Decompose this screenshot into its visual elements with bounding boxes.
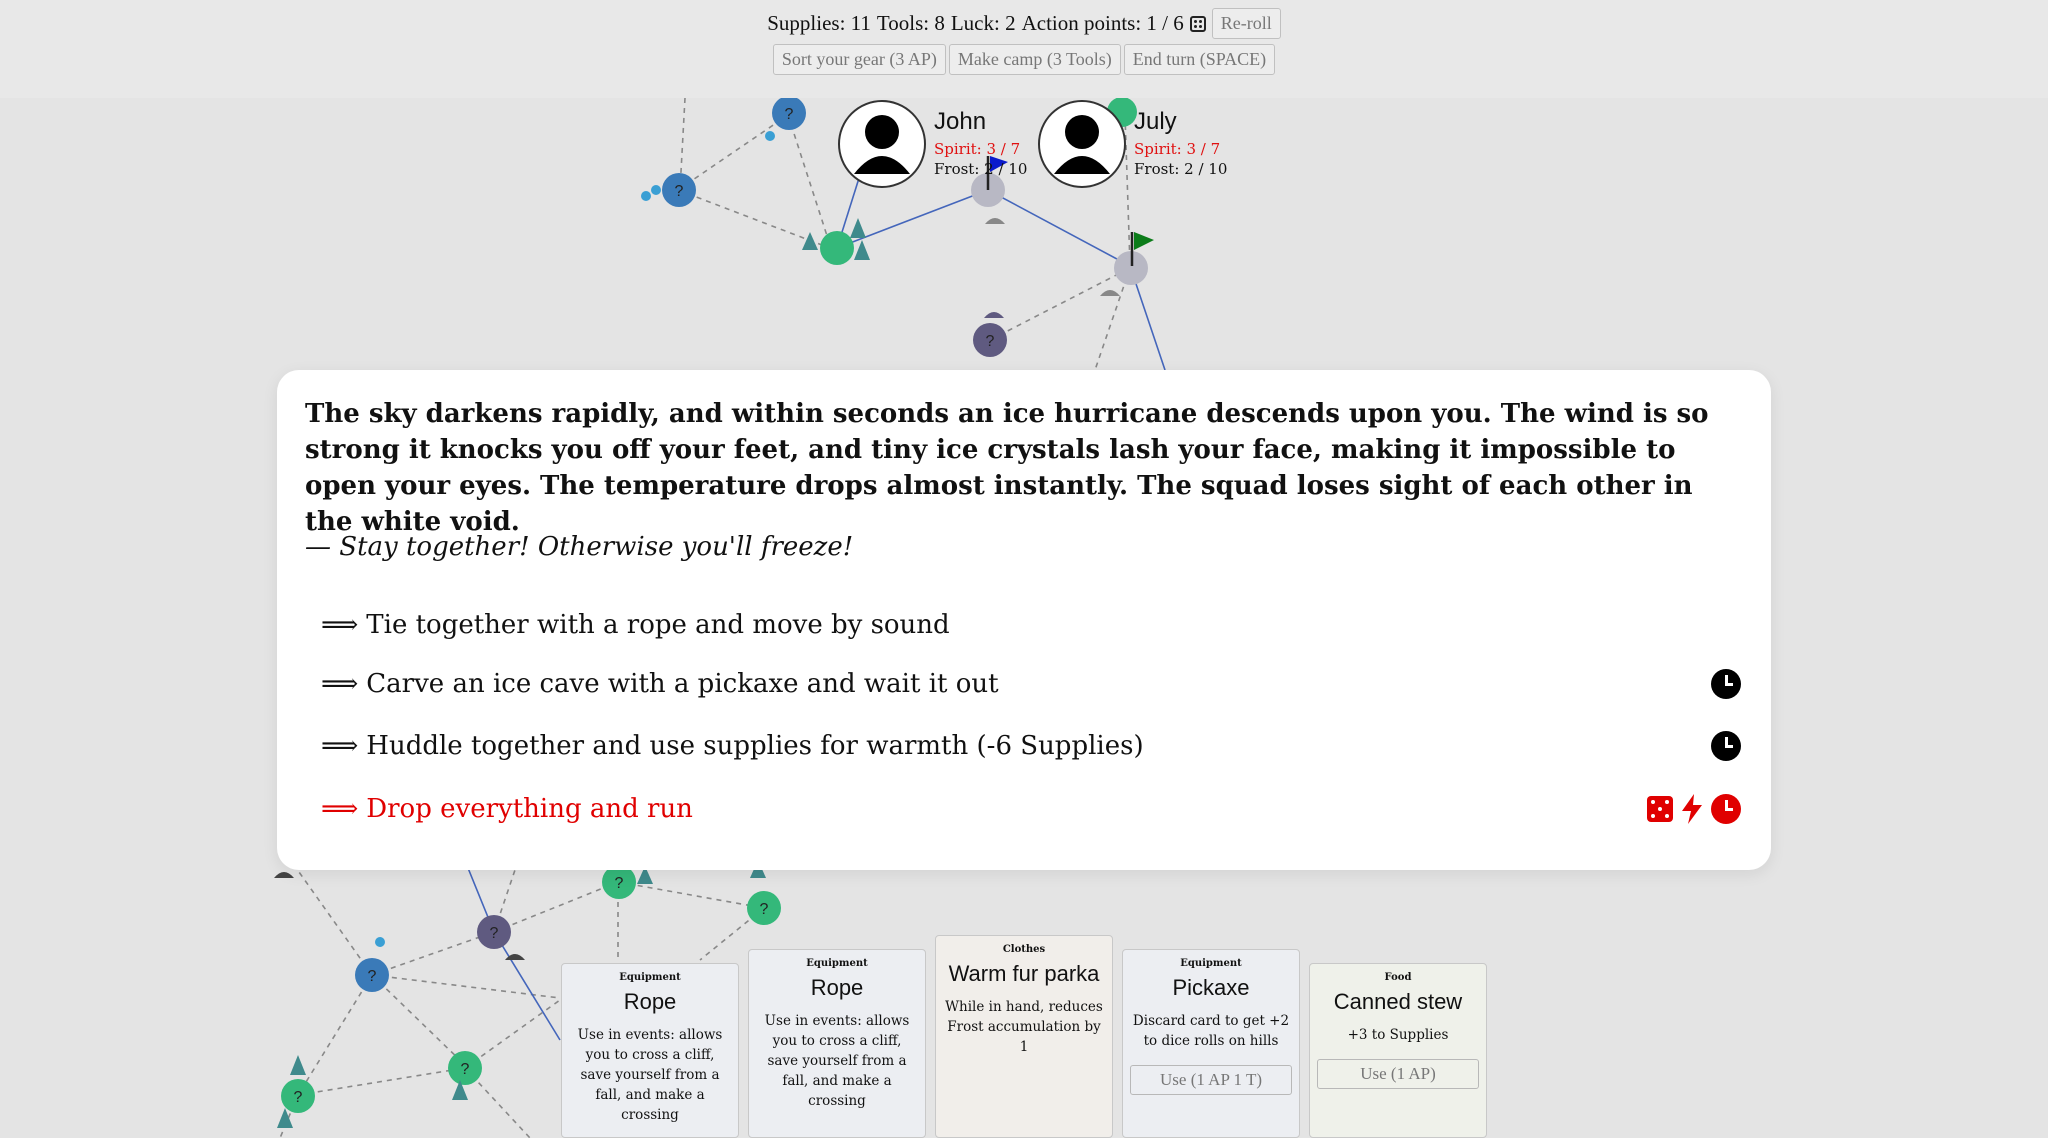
hill-icon	[985, 218, 1005, 224]
tree-icon	[802, 232, 818, 250]
card-type: Clothes	[1002, 944, 1046, 955]
tree-icon	[854, 240, 870, 260]
card-title: Pickaxe	[1172, 975, 1250, 1000]
arrow-icon: ⟹	[321, 794, 359, 824]
card-description: +3 to Supplies	[1347, 1027, 1449, 1043]
use-card-button[interactable]: Use (1 AP)	[1317, 1059, 1479, 1089]
card-rope[interactable]: Equipment Rope Use in events: allows you…	[748, 949, 926, 1138]
event-option-ice-cave[interactable]: ⟹ Carve an ice cave with a pickaxe and w…	[321, 659, 1741, 709]
dice-icon	[1189, 15, 1206, 32]
card-canned-stew[interactable]: Food Canned stew +3 to Supplies Use (1 A…	[1309, 963, 1487, 1138]
character-frost: Frost: 2 / 10	[1134, 160, 1228, 178]
person-icon	[1054, 115, 1110, 174]
map-node-label: ?	[785, 106, 794, 123]
card-type: Equipment	[1180, 958, 1242, 969]
card-description: Use in events: allows you to cross a cli…	[764, 1013, 910, 1109]
clock-icon	[1711, 669, 1741, 699]
use-card-button[interactable]: Use (1 AP 1 T)	[1130, 1065, 1292, 1095]
card-description: Discard card to get +2 to dice rolls on …	[1132, 1013, 1290, 1049]
card-title: Warm fur parka	[948, 961, 1100, 986]
tree-icon	[290, 1055, 306, 1075]
hill-icon	[984, 312, 1004, 318]
tools-stat: Tools: 8	[876, 11, 945, 35]
card-type: Equipment	[619, 972, 681, 983]
make-camp-button[interactable]: Make camp (3 Tools)	[948, 44, 1121, 75]
water-drop-icon	[641, 191, 651, 201]
event-quote: — Stay together! Otherwise you'll freeze…	[305, 532, 854, 562]
avatar	[838, 100, 926, 188]
action-buttons: Sort your gear (3 AP) Make camp (3 Tools…	[0, 44, 2048, 75]
map-node-label: ?	[294, 1089, 303, 1106]
tree-icon	[850, 218, 866, 238]
end-turn-button[interactable]: End turn (SPACE)	[1123, 44, 1276, 75]
character-name: John	[934, 108, 987, 135]
event-option-rope[interactable]: ⟹ Tie together with a rope and move by s…	[321, 600, 1741, 650]
arrow-icon: ⟹	[321, 731, 359, 761]
map-node-label: ?	[368, 968, 377, 985]
reroll-button[interactable]: Re-roll	[1211, 8, 1281, 39]
sort-gear-button[interactable]: Sort your gear (3 AP)	[772, 44, 946, 75]
character-spirit: Spirit: 3 / 7	[1134, 140, 1221, 158]
map-node-label: ?	[760, 901, 769, 918]
water-drop-icon	[765, 131, 775, 141]
map-node-label: ?	[461, 1061, 470, 1078]
supplies-stat: Supplies: 11	[767, 11, 871, 35]
card-title: Rope	[810, 975, 864, 1000]
option-label: Huddle together and use supplies for war…	[366, 731, 1144, 761]
card-pickaxe[interactable]: Equipment Pickaxe Discard card to get +2…	[1122, 949, 1300, 1138]
luck-stat: Luck: 2	[950, 11, 1016, 35]
avatar	[1038, 100, 1126, 188]
card-type: Equipment	[806, 958, 868, 969]
event-option-run[interactable]: ⟹ Drop everything and run	[321, 784, 1741, 834]
hill-icon	[1100, 290, 1120, 296]
character-spirit: Spirit: 3 / 7	[934, 140, 1021, 158]
map-node-label: ?	[615, 875, 624, 892]
clock-icon	[1711, 794, 1741, 824]
clock-icon	[1711, 731, 1741, 761]
character-name: July	[1134, 108, 1177, 135]
water-drop-icon	[651, 185, 661, 195]
card-description: Use in events: allows you to cross a cli…	[577, 1027, 723, 1123]
character-frost: Frost: 2 / 10	[934, 160, 1028, 178]
option-label: Drop everything and run	[366, 794, 693, 824]
event-text: The sky darkens rapidly, and within seco…	[305, 399, 1709, 537]
card-warm-fur-parka[interactable]: Clothes Warm fur parka While in hand, re…	[935, 935, 1113, 1138]
resource-stats: Supplies: 11 Tools: 8 Luck: 2 Action poi…	[0, 8, 2048, 39]
option-label: Carve an ice cave with a pickaxe and wai…	[366, 669, 999, 699]
event-dialog: The sky darkens rapidly, and within seco…	[277, 370, 1771, 870]
person-icon	[854, 115, 910, 174]
hill-icon	[274, 872, 294, 878]
arrow-icon: ⟹	[321, 610, 359, 640]
map-node-label: ?	[675, 183, 684, 200]
map-node-label: ?	[490, 925, 499, 942]
water-drop-icon	[375, 937, 385, 947]
card-type: Food	[1384, 972, 1412, 983]
arrow-icon: ⟹	[321, 669, 359, 699]
lightning-icon	[1682, 794, 1702, 824]
event-option-huddle[interactable]: ⟹ Huddle together and use supplies for w…	[321, 721, 1741, 771]
card-rope[interactable]: Equipment Rope Use in events: allows you…	[561, 963, 739, 1138]
top-bar: Supplies: 11 Tools: 8 Luck: 2 Action poi…	[0, 0, 2048, 98]
dice-icon	[1647, 796, 1673, 822]
map-node-forest[interactable]	[820, 231, 854, 265]
card-title: Rope	[623, 989, 677, 1014]
green-flag-icon	[1134, 232, 1154, 250]
option-label: Tie together with a rope and move by sou…	[366, 610, 950, 640]
card-description: While in hand, reduces Frost accumulatio…	[945, 999, 1103, 1055]
card-title: Canned stew	[1333, 989, 1463, 1014]
action-points-stat: Action points: 1 / 6	[1021, 11, 1184, 35]
map-node-label: ?	[986, 333, 995, 350]
